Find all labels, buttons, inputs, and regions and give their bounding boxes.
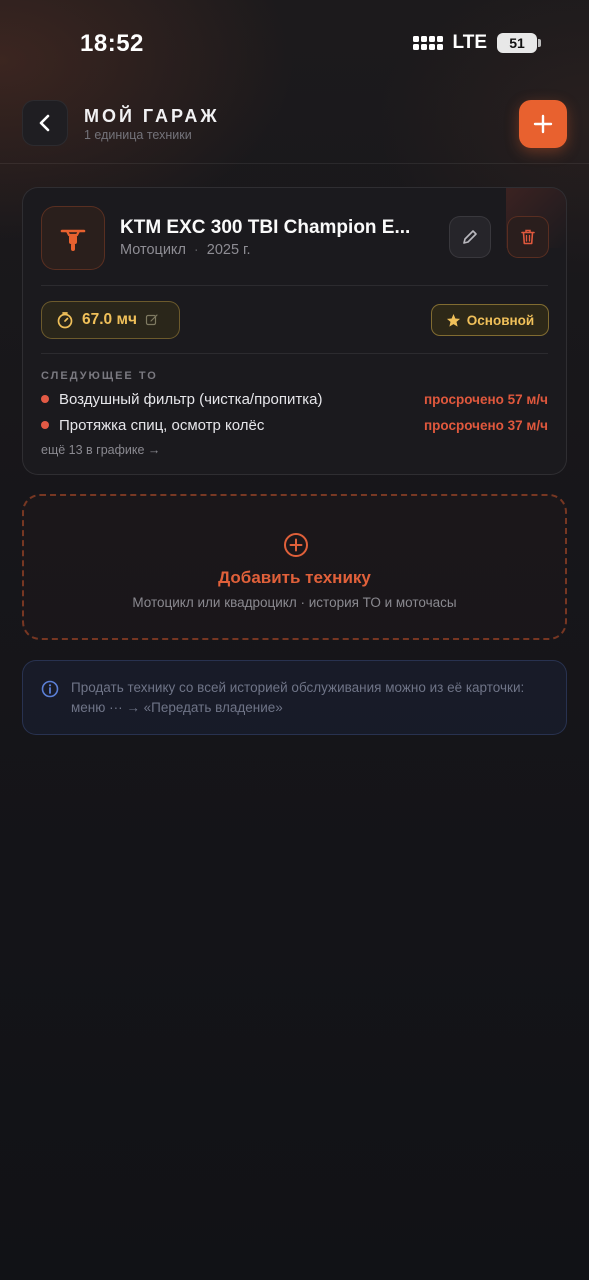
page-title: МОЙ ГАРАЖ <box>84 106 220 126</box>
delete-vehicle-button[interactable] <box>507 216 549 258</box>
status-bar: 18:52 LTE 51 <box>0 0 589 88</box>
add-vehicle-subtitle: Мотоцикл или квадроцикл · история ТО и м… <box>132 595 457 610</box>
info-banner: Продать технику со всей историей обслужи… <box>22 660 567 735</box>
vehicle-card[interactable]: KTM EXC 300 TBI Champion E... Мотоцикл ·… <box>22 187 567 475</box>
overdue-dot-icon <box>41 395 49 403</box>
edit-vehicle-button[interactable] <box>449 216 491 258</box>
chevron-left-icon <box>39 114 50 132</box>
overdue-dot-icon <box>41 421 49 429</box>
maintenance-item[interactable]: Протяжка спиц, осмотр колёс просрочено 3… <box>41 415 548 435</box>
engine-hours-value: 67.0 мч <box>82 311 137 328</box>
more-schedule-link[interactable]: ещё 13 в графике → <box>41 443 160 457</box>
network-type: LTE <box>452 32 487 53</box>
add-vehicle-title: Добавить технику <box>218 568 371 587</box>
vehicle-avatar <box>41 206 105 270</box>
meta-separator: · <box>193 242 199 258</box>
info-text: Продать технику со всей историей обслужи… <box>71 680 525 715</box>
add-vehicle-button[interactable] <box>519 100 567 148</box>
info-icon <box>41 680 59 698</box>
battery-level: 51 <box>509 35 525 51</box>
card-divider <box>41 285 548 286</box>
maintenance-due: просрочено 37 м/ч <box>424 417 548 433</box>
pencil-icon <box>463 230 477 244</box>
plus-icon <box>533 114 553 134</box>
vehicle-name: KTM EXC 300 TBI Champion E... <box>120 217 411 238</box>
status-time: 18:52 <box>80 30 144 57</box>
next-service-label: СЛЕДУЮЩЕЕ ТО <box>41 370 158 382</box>
page-subtitle: 1 единица техники <box>84 128 192 142</box>
vehicle-year: 2025 г. <box>206 242 251 258</box>
maintenance-name: Протяжка спиц, осмотр колёс <box>59 416 265 434</box>
signal-icon <box>412 36 443 50</box>
primary-badge-label: Основной <box>466 312 535 328</box>
card-divider-2 <box>41 353 548 354</box>
header: МОЙ ГАРАЖ 1 единица техники <box>0 100 589 164</box>
maintenance-due: просрочено 57 м/ч <box>424 391 548 407</box>
plus-circle-icon <box>284 533 308 557</box>
vehicle-type: Мотоцикл <box>120 242 186 258</box>
engine-hours-chip[interactable]: 67.0 мч <box>41 301 180 339</box>
star-icon <box>446 313 460 327</box>
motorcycle-icon <box>60 229 86 251</box>
back-button[interactable] <box>22 100 68 146</box>
add-vehicle-card[interactable]: Добавить технику Мотоцикл или квадроцикл… <box>22 494 567 640</box>
vehicle-meta: Мотоцикл · 2025 г. <box>120 242 251 258</box>
battery-icon: 51 <box>497 33 541 53</box>
maintenance-item[interactable]: Воздушный фильтр (чистка/пропитка) проср… <box>41 389 548 409</box>
primary-badge: Основной <box>431 304 549 336</box>
edit-small-icon <box>145 314 158 326</box>
timer-icon <box>57 312 73 329</box>
trash-icon <box>521 229 535 245</box>
status-indicators: LTE 51 <box>412 32 541 54</box>
maintenance-name: Воздушный фильтр (чистка/пропитка) <box>59 390 323 408</box>
